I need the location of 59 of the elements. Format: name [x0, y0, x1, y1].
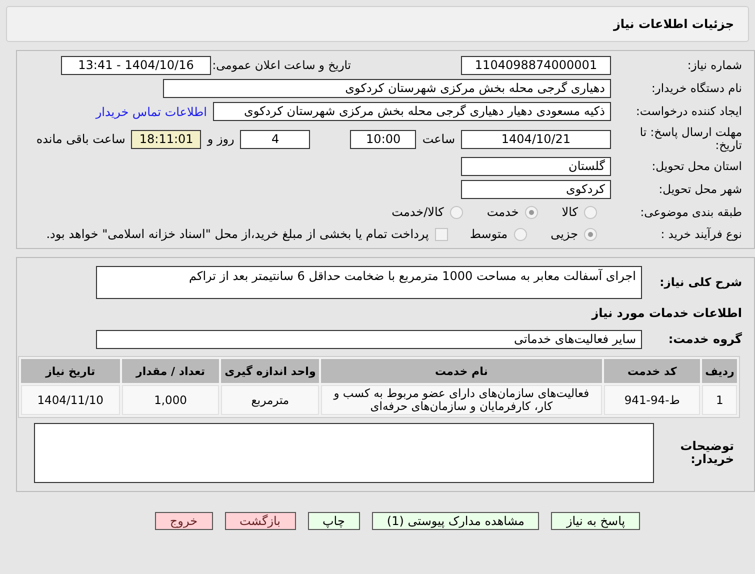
field-label: مهلت ارسال پاسخ: تا تاریخ: [638, 126, 743, 152]
section-title: اطلاعات خدمات مورد نیاز [592, 306, 743, 320]
column-header: واحد اندازه گیری [221, 359, 320, 383]
radio-label: متوسط [470, 227, 508, 241]
column-header: تعداد / مقدار [122, 359, 220, 383]
description-field: اجرای آسفالت معابر به مساحت 1000 مترمربع با ضخامت حداقل 6 سانتیمتر بعد از تراکم [96, 266, 642, 299]
action-button[interactable]: پاسخ به نیاز [551, 512, 640, 530]
table-cell: 1 [702, 385, 737, 415]
field-label: استان محل تحویل: [650, 160, 743, 173]
field-label: گروه خدمت: [667, 332, 743, 346]
payment-note: پرداخت تمام یا بخشی از مبلغ خرید،از محل "اسناد خزانه اسلامی" خواهد بود. [46, 227, 429, 241]
buyer-field: دهیاری گرجی محله بخش مرکزی شهرستان کردکوی [163, 79, 611, 98]
announce-date-field: 1404/10/16 - 13:41 [61, 56, 211, 75]
table-cell: فعالیت‌های سازمان‌های دارای عضو مربوط به کسب و کار، کارفرمایان و سازمان‌های حرفه‌ای [321, 385, 602, 415]
radio-button[interactable] [450, 206, 463, 218]
remaining-time-field: 18:11:01 [131, 130, 202, 148]
radio-label: جزیی [550, 227, 578, 241]
radio-button[interactable] [584, 206, 597, 218]
deadline-time-field: 10:00 [350, 130, 416, 148]
action-button[interactable]: خروج [154, 512, 212, 530]
radio-label: کالا [562, 205, 578, 219]
action-button[interactable]: بازگشت [224, 512, 296, 530]
contact-link[interactable]: اطلاعات تماس خریدار [96, 104, 207, 118]
column-header: کد خدمت [604, 359, 700, 383]
table-cell: ط-94-941 [604, 385, 700, 415]
action-button[interactable]: مشاهده مدارک پیوستی (1) [372, 512, 540, 530]
days-label: روز و [207, 132, 234, 146]
time-label: ساعت [422, 132, 455, 146]
field-label: طبقه بندی موضوعی: [639, 206, 743, 218]
field-label: نوع فرآیند خرید : [660, 228, 743, 240]
radio-button[interactable] [514, 228, 527, 240]
days-field: 4 [240, 130, 310, 148]
checkbox[interactable] [434, 228, 448, 240]
radio-label: خدمت [486, 205, 519, 219]
table-cell: 1,000 [122, 385, 220, 415]
field-label: تاریخ و ساعت اعلان عمومی: [211, 59, 352, 72]
action-button[interactable]: چاپ [308, 512, 360, 530]
remaining-label: ساعت باقی مانده [36, 132, 126, 146]
column-header: نام خدمت [321, 359, 602, 383]
field-label: توضیحات خریدار: [679, 440, 735, 466]
page-title: جزئیات اطلاعات نیاز [613, 17, 734, 31]
province-field: گلستان [461, 157, 611, 176]
field-label: شماره نیاز: [686, 59, 743, 72]
city-field: کردکوی [461, 180, 611, 199]
need-number-field: 1104098874000001 [461, 56, 611, 75]
field-label: شهر محل تحویل: [658, 183, 743, 196]
radio-button[interactable] [584, 228, 597, 240]
radio-button[interactable] [524, 206, 538, 218]
column-header: ردیف [702, 359, 737, 383]
creator-field: ذکیه مسعودی دهیار دهیاری گرجی محله بخش مرکزی شهرستان کردکوی [213, 102, 611, 121]
field-label: ایجاد کننده درخواست: [635, 105, 743, 118]
service-group-field: سایر فعالیت‌های خدماتی [96, 330, 642, 348]
table-cell: 1404/11/10 [21, 385, 120, 415]
column-header: تاریخ نیاز [21, 359, 120, 383]
deadline-date-field: 1404/10/21 [461, 130, 611, 148]
field-label: نام دستگاه خریدار: [650, 82, 743, 95]
field-label: شرح کلی نیاز: [658, 276, 743, 289]
radio-label: کالا/خدمت [392, 205, 444, 219]
table-cell: مترمربع [221, 385, 320, 415]
